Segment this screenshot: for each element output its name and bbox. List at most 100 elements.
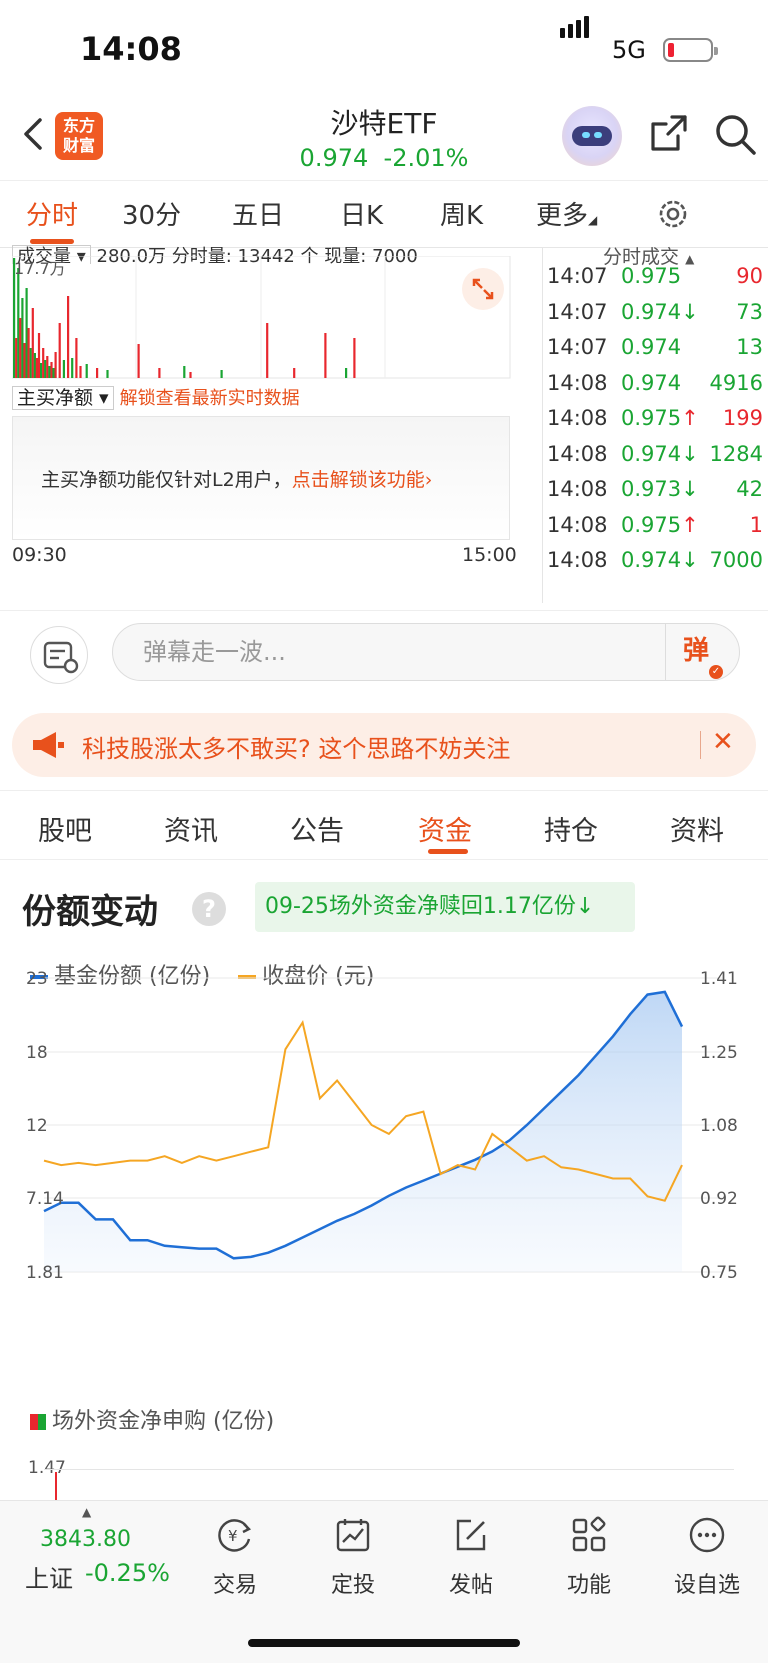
volume-bar	[345, 368, 348, 378]
tick-volume: 73	[736, 299, 763, 324]
right-axis-label: 1.41	[700, 969, 738, 989]
danmaku-settings-button[interactable]	[30, 626, 88, 684]
volume-bar	[189, 372, 192, 378]
tab-profile[interactable]: 资料	[670, 809, 724, 848]
volume-bar	[58, 323, 61, 378]
tick-row: 14:08 0.974↓ 7000	[543, 548, 768, 582]
volume-bar	[33, 353, 36, 378]
search-icon[interactable]	[713, 112, 757, 156]
danmaku-send-button[interactable]: 弹✓	[665, 623, 740, 681]
flow-selector[interactable]: 主买净额 ▾	[12, 386, 114, 410]
section-tabs: 股吧 资讯 公告 资金 持仓 资料	[0, 790, 768, 860]
tab-news[interactable]: 资讯	[164, 809, 218, 848]
tick-time: 14:08	[547, 441, 608, 466]
nav-trade[interactable]: ¥ 交易	[190, 1515, 280, 1599]
tick-row: 14:07 0.975 90	[543, 264, 768, 298]
nav-functions[interactable]: 功能	[544, 1515, 634, 1599]
edit-icon	[456, 1519, 486, 1551]
tick-row: 14:08 0.973↓ 42	[543, 477, 768, 511]
tick-price: 0.975↑	[621, 406, 699, 430]
tick-time: 14:08	[547, 477, 608, 501]
index-name[interactable]: 上证	[25, 1559, 73, 1594]
l2-notice-box: 主买净额功能仅针对L2用户，点击解锁该功能›	[12, 416, 510, 540]
subscription-max-label: 1.47	[28, 1458, 66, 1478]
right-axis-label: 0.92	[700, 1189, 738, 1209]
help-icon[interactable]: ?	[192, 892, 226, 926]
tab-30min[interactable]: 30分	[122, 195, 181, 232]
volume-bar	[44, 360, 47, 378]
tick-volume: 42	[736, 477, 763, 501]
tab-more-label: 更多	[536, 201, 589, 231]
nav-add-watchlist[interactable]: 设自选	[662, 1515, 752, 1599]
tab-5day[interactable]: 五日	[232, 195, 284, 232]
l2-unlock-link[interactable]: 点击解锁该功能	[292, 469, 425, 491]
danmaku-bar: 弹幕走一波... 弹✓	[0, 610, 768, 700]
fund-shares-title: 份额变动	[22, 892, 158, 932]
volume-bar	[293, 368, 296, 378]
net-redemption-tag: 09-25场外资金净赎回1.17亿份↓	[255, 882, 635, 932]
promo-notice[interactable]: 科技股涨太多不敢买? 这个思路不妨关注 ✕	[12, 713, 756, 777]
settings-icon[interactable]	[656, 197, 690, 231]
volume-bar	[353, 338, 356, 378]
expand-icon	[472, 278, 494, 300]
tick-price: 0.974↓	[621, 548, 699, 572]
tick-row: 14:07 0.974 13	[543, 335, 768, 369]
tick-row: 14:07 0.974↓ 73	[543, 300, 768, 334]
close-icon[interactable]: ✕	[712, 727, 734, 757]
tab-forum[interactable]: 股吧	[38, 809, 92, 848]
unlock-link[interactable]: 解锁查看最新实时数据	[120, 388, 300, 409]
svg-text:¥: ¥	[228, 1527, 238, 1545]
volume-bar	[25, 288, 28, 378]
volume-bar	[40, 363, 43, 378]
nav-post[interactable]: 发帖	[426, 1515, 516, 1599]
status-time: 14:08	[80, 30, 182, 68]
volume-bar	[79, 366, 82, 378]
tab-daily-k[interactable]: 日K	[340, 195, 383, 232]
nav-sip[interactable]: 定投	[308, 1515, 398, 1599]
invest-chart-icon	[336, 1519, 370, 1552]
index-change[interactable]: -0.25%	[85, 1559, 170, 1587]
tick-time: 14:08	[547, 406, 608, 430]
tick-volume: 7000	[709, 548, 763, 572]
volume-bar	[21, 298, 24, 378]
share-icon[interactable]	[648, 112, 690, 154]
nav-trade-label: 交易	[212, 1573, 257, 1598]
index-value[interactable]: 3843.80	[40, 1527, 131, 1552]
status-bar: 14:08 5G	[0, 0, 768, 100]
left-axis-label: 12	[26, 1116, 48, 1136]
danmaku-input[interactable]: 弹幕走一波...	[112, 623, 740, 681]
subscription-title: 场外资金净申购 (亿份)	[52, 1409, 275, 1434]
fund-shares-chart: 23 18 12 7.14 1.81 1.41 1.25 1.08 0.92 0.75	[26, 969, 738, 1283]
volume-bar	[71, 358, 74, 378]
notice-text: 科技股涨太多不敢买? 这个思路不妨关注	[82, 735, 511, 763]
tab-holdings[interactable]: 持仓	[544, 809, 598, 848]
stock-change: -2.01%	[383, 144, 469, 172]
volume-bar	[46, 356, 49, 378]
volume-bar	[220, 370, 223, 378]
flow-selector-label: 主买净额	[17, 387, 94, 409]
tab-funds[interactable]: 资金	[418, 809, 472, 848]
legend-swatch-subscription	[30, 1414, 46, 1430]
trade-icon: ¥	[218, 1519, 252, 1552]
tick-volume: 1	[749, 512, 763, 537]
tick-row: 14:08 0.975↑ 1	[543, 513, 768, 547]
subscription-legend: 场外资金净申购 (亿份)	[30, 1403, 274, 1435]
tick-time: 14:07	[547, 264, 608, 288]
stock-header: 东方 财富 沙特ETF 0.974 -2.01%	[0, 100, 768, 180]
volume-bar	[75, 338, 78, 378]
tab-announcements[interactable]: 公告	[290, 809, 344, 848]
ai-assistant-avatar[interactable]	[562, 106, 622, 166]
volume-max-label: 17.7万	[14, 259, 66, 278]
volume-bar	[27, 328, 30, 378]
volume-bar	[23, 343, 26, 378]
section-tab-underline	[428, 849, 468, 854]
tick-row: 14:08 0.975↑ 199	[543, 406, 768, 440]
bottom-nav: ▲ 3843.80 上证 -0.25% ¥ 交易 定投 发帖 功能 设自选	[0, 1500, 768, 1663]
tab-intraday[interactable]: 分时	[26, 195, 78, 232]
net-redemption-text: 09-25场外资金净赎回1.17亿份	[265, 894, 576, 919]
tab-weekly-k[interactable]: 周K	[440, 195, 483, 232]
megaphone-icon	[33, 732, 64, 758]
tab-more[interactable]: 更多◢	[536, 195, 597, 232]
expand-button[interactable]	[462, 268, 504, 310]
volume-bar	[62, 360, 65, 378]
